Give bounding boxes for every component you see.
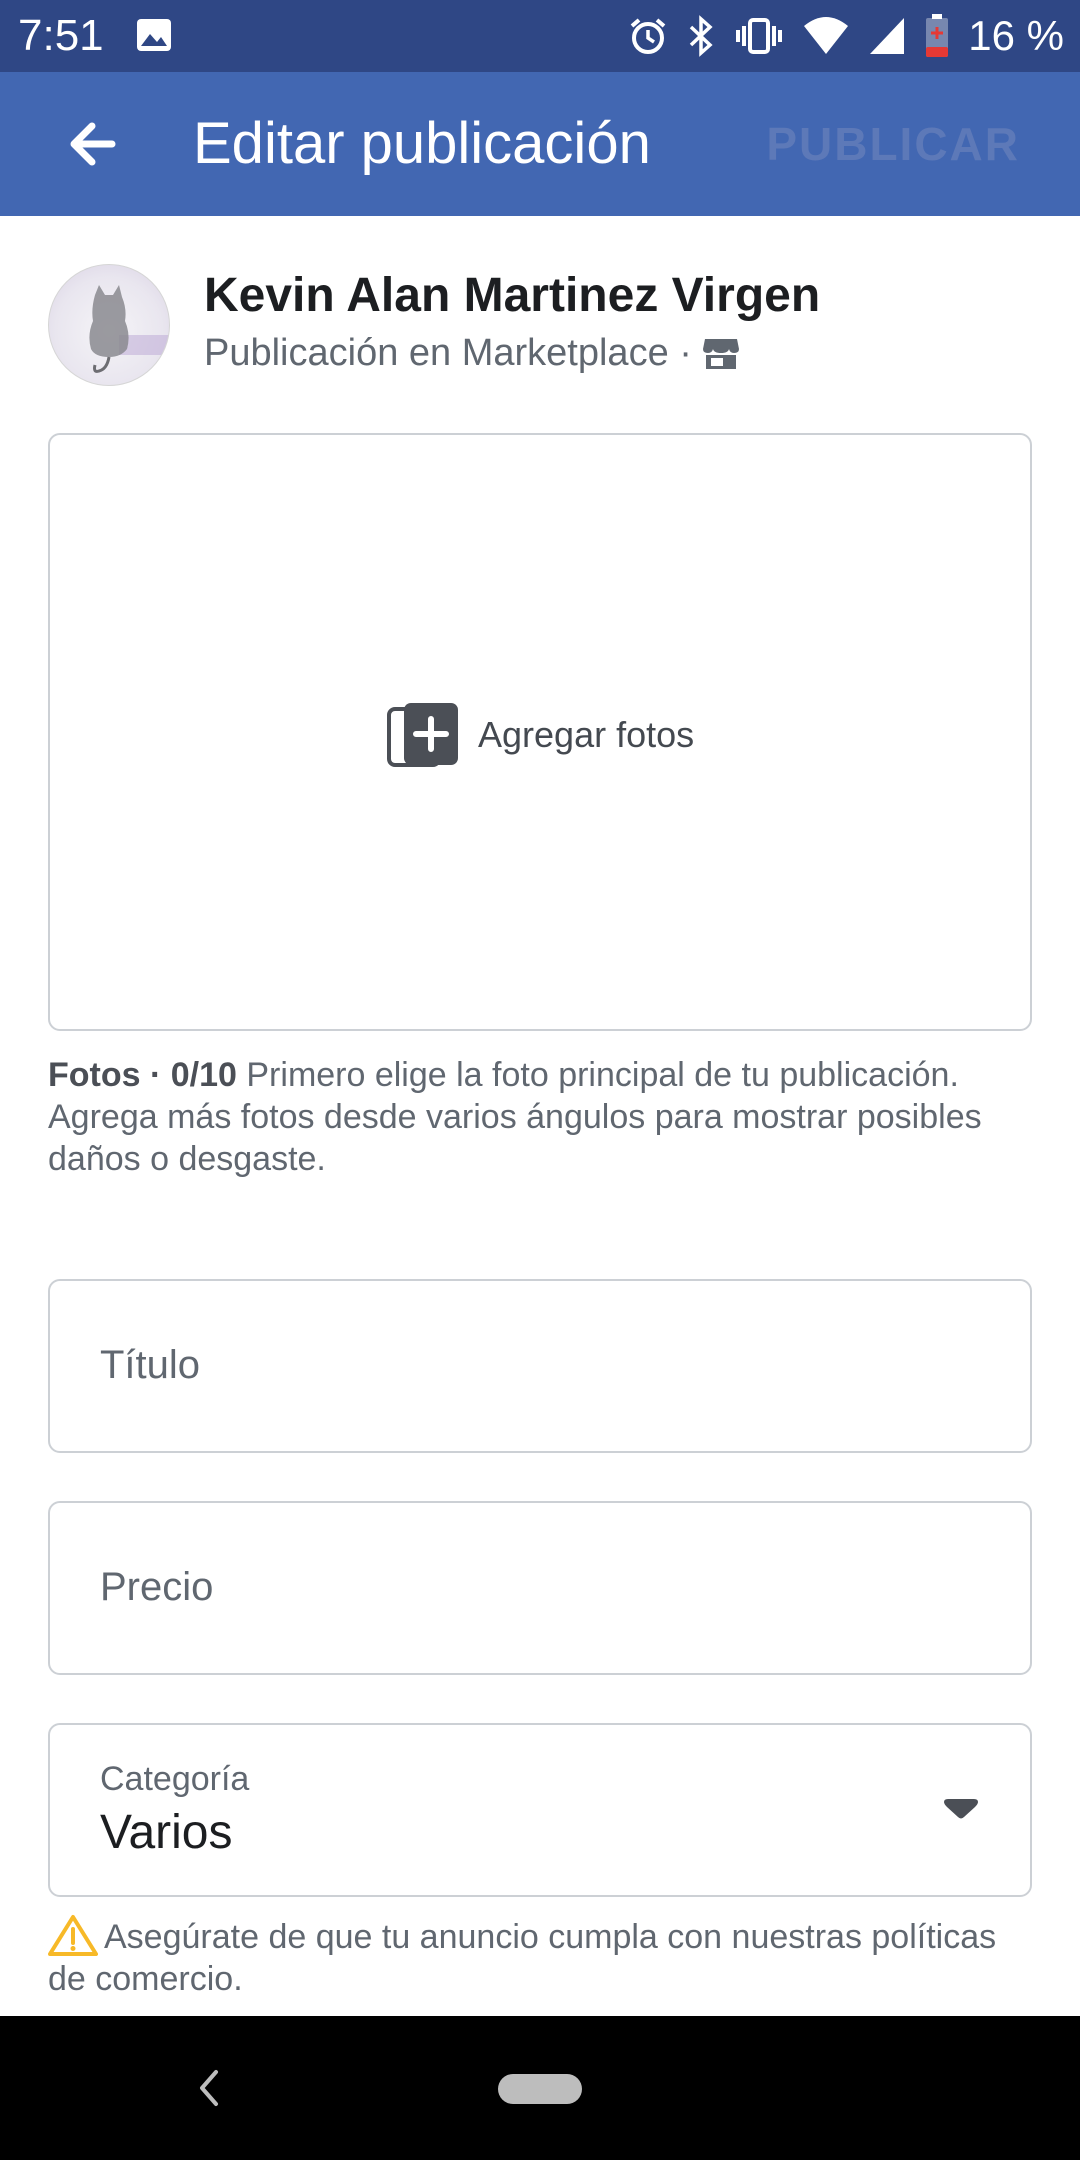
add-photos-button[interactable]: Agregar fotos	[386, 701, 694, 769]
bluetooth-icon	[690, 15, 713, 57]
wifi-icon	[804, 17, 849, 54]
signal-icon	[870, 18, 905, 54]
system-nav-bar	[0, 2016, 1080, 2160]
user-name: Kevin Alan Martinez Virgen	[204, 269, 821, 322]
status-bar: 7:51 16 %	[0, 0, 1080, 72]
publish-button[interactable]: PUBLICAR	[766, 116, 1020, 172]
avatar	[48, 264, 170, 386]
category-value: Varios	[100, 1806, 233, 1859]
warning-icon	[48, 1915, 98, 1956]
image-icon	[137, 19, 171, 51]
app-bar: Editar publicación PUBLICAR	[0, 72, 1080, 216]
post-type-label: Publicación en Marketplace ·	[204, 332, 692, 374]
arrow-left-icon[interactable]	[62, 114, 122, 174]
photos-help-text: Fotos · 0/10 Primero elige la foto princ…	[48, 1054, 1038, 1180]
price-field[interactable]: Precio	[48, 1501, 1032, 1675]
caret-down-icon	[944, 1799, 978, 1819]
alarm-icon	[630, 18, 666, 54]
title-placeholder: Título	[100, 1343, 201, 1387]
category-label: Categoría	[100, 1760, 250, 1798]
nav-home-pill[interactable]	[498, 2074, 582, 2104]
nav-back-icon[interactable]	[194, 2066, 224, 2110]
store-icon	[702, 339, 739, 369]
policy-notice: Asegúrate de que tu anuncio cumpla con n…	[48, 1914, 1038, 2000]
cat-sketch-icon	[89, 285, 169, 373]
post-subtitle: Publicación en Marketplace ·	[204, 330, 740, 376]
status-icons: 16 %	[628, 8, 1064, 64]
policy-notice-text: Asegúrate de que tu anuncio cumpla con n…	[48, 1918, 997, 1998]
photos-count: Fotos · 0/10	[48, 1056, 237, 1094]
add-photo-icon	[387, 703, 458, 767]
status-time: 7:51	[18, 11, 104, 60]
add-photos-label: Agregar fotos	[478, 714, 695, 755]
profile-header: Kevin Alan Martinez Virgen Publicación e…	[48, 262, 1038, 392]
battery-percent: 16 %	[968, 12, 1064, 59]
page-title: Editar publicación	[193, 111, 651, 176]
price-placeholder: Precio	[100, 1565, 214, 1609]
title-field[interactable]: Título	[48, 1279, 1032, 1453]
add-photos-area[interactable]: Agregar fotos	[48, 433, 1032, 1031]
category-select[interactable]: Categoría Varios	[48, 1723, 1032, 1897]
battery-icon	[926, 14, 949, 57]
vibrate-icon	[736, 18, 783, 54]
